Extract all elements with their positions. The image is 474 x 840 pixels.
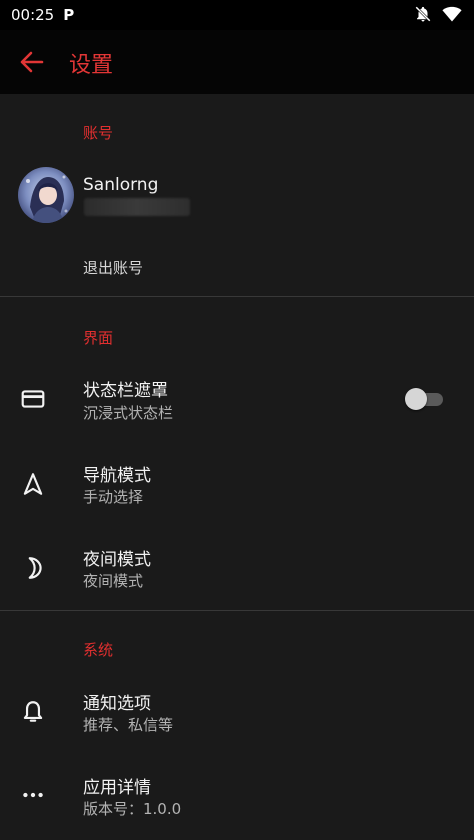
avatar[interactable] [18, 167, 74, 223]
avatar-image [18, 167, 74, 223]
setting-title: 应用详情 [83, 778, 151, 798]
account-username: Sanlorng [83, 175, 159, 195]
setting-subtitle: 沉浸式状态栏 [83, 404, 174, 422]
navigation-icon [23, 473, 43, 495]
setting-title: 导航模式 [83, 466, 151, 486]
section-header-interface: 界面 [83, 329, 114, 347]
wifi-icon [442, 6, 462, 22]
status-time: 00:25 [11, 6, 55, 24]
status-icons [414, 5, 462, 23]
logout-button[interactable]: 退出账号 [83, 257, 143, 278]
divider [0, 296, 474, 297]
setting-night-mode[interactable]: 夜间模式 夜间模式 [0, 526, 474, 606]
setting-title: 状态栏遮罩 [83, 381, 168, 401]
setting-subtitle: 手动选择 [83, 488, 144, 506]
app-bar: 设置 [0, 30, 474, 94]
setting-navigation-mode[interactable]: 导航模式 手动选择 [0, 442, 474, 522]
setting-subtitle: 版本号：1.0.0 [83, 800, 182, 818]
status-app-indicator: P [63, 6, 75, 24]
section-header-account: 账号 [83, 124, 114, 142]
arrow-left-icon [20, 51, 44, 73]
setting-title: 夜间模式 [83, 550, 151, 570]
moon-icon [28, 557, 42, 579]
status-bar-mask-toggle[interactable] [405, 388, 445, 410]
back-button[interactable] [18, 50, 46, 74]
setting-notifications[interactable]: 通知选项 推荐、私信等 [0, 670, 474, 750]
status-bar: 00:25 P [0, 0, 474, 30]
setting-title: 通知选项 [83, 694, 151, 714]
setting-app-details[interactable]: 应用详情 版本号：1.0.0 [0, 754, 474, 834]
bell-icon [23, 701, 43, 722]
setting-status-bar-mask[interactable]: 状态栏遮罩 沉浸式状态栏 [0, 358, 474, 438]
page-title: 设置 [69, 53, 114, 78]
setting-subtitle: 夜间模式 [83, 572, 144, 590]
notifications-off-icon [415, 6, 431, 22]
card-icon [21, 390, 45, 408]
section-header-system: 系统 [83, 641, 114, 659]
divider [0, 610, 474, 611]
account-id-redacted [84, 198, 190, 216]
setting-subtitle: 推荐、私信等 [83, 716, 174, 734]
toggle-thumb [405, 388, 427, 410]
more-horizontal-icon [23, 792, 43, 798]
